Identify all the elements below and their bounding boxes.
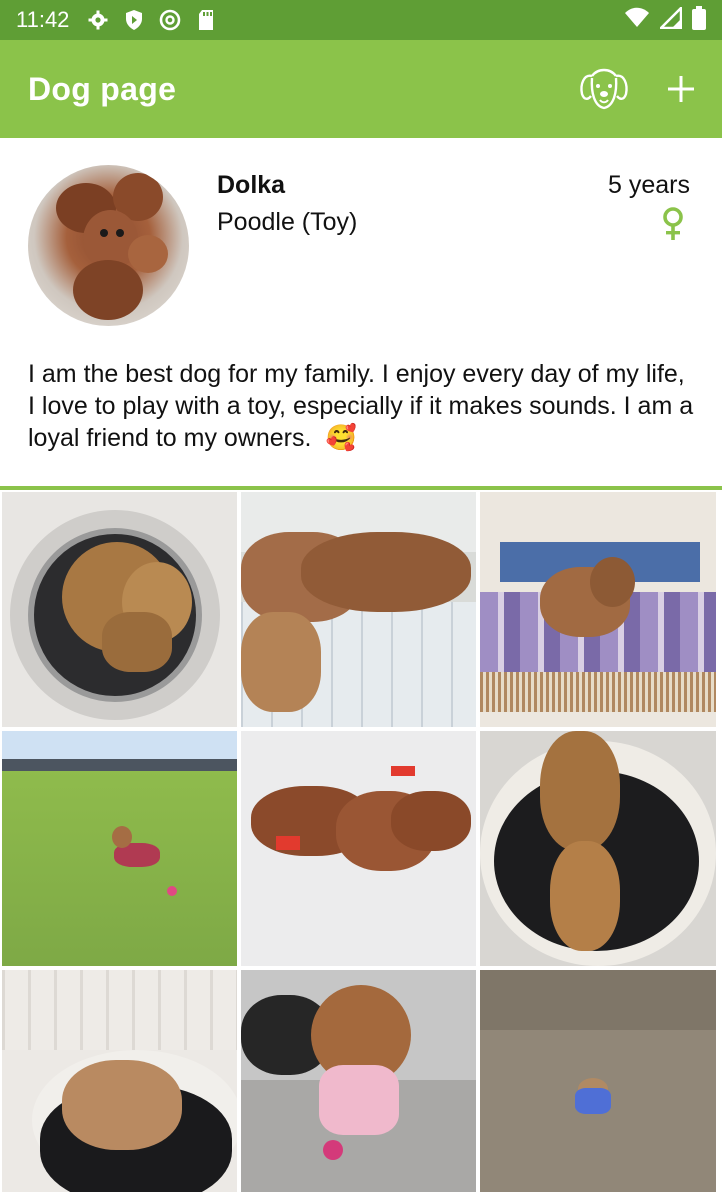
photo-gallery	[2, 492, 718, 1192]
section-divider	[0, 486, 722, 490]
photo-dog-on-lawn[interactable]	[2, 731, 237, 966]
battery-icon	[692, 6, 706, 34]
status-time: 11:42	[16, 7, 70, 32]
photo-dog-in-bed-from-above[interactable]	[480, 731, 716, 966]
photo-dog-under-blanket[interactable]	[241, 492, 476, 727]
dog-breed: Poodle (Toy)	[217, 208, 358, 236]
photo-dog-in-pink-jacket[interactable]	[241, 970, 476, 1192]
dog-age: 5 years	[608, 171, 690, 199]
signal-icon	[657, 4, 683, 33]
app-bar: Dog page	[0, 40, 722, 138]
dog-name: Dolka	[217, 171, 286, 199]
dog-profile: Dolka Poodle (Toy) 5 years I am the best…	[0, 138, 722, 486]
photo-dog-on-white-sheet[interactable]	[241, 731, 476, 966]
photo-dog-in-washing-machine[interactable]	[2, 492, 237, 727]
dog-face-icon[interactable]	[578, 66, 630, 112]
page-title: Dog page	[28, 70, 177, 107]
sd-card-icon	[195, 9, 217, 31]
avatar[interactable]	[28, 165, 189, 326]
female-symbol-icon	[660, 206, 686, 242]
plus-icon[interactable]	[668, 76, 694, 102]
shield-icon	[123, 9, 145, 31]
gear-icon	[87, 9, 109, 31]
wifi-icon	[624, 7, 650, 33]
photo-dog-in-round-bed[interactable]	[2, 970, 237, 1192]
dog-bio: I am the best dog for my family. I enjoy…	[28, 358, 698, 454]
bio-emoji: 🥰	[325, 424, 357, 452]
at-sign-icon	[159, 9, 181, 31]
bio-text: I am the best dog for my family. I enjoy…	[28, 360, 694, 452]
photo-dog-on-ground-blue-jacket[interactable]	[480, 970, 716, 1192]
photo-dog-on-plaid[interactable]	[480, 492, 716, 727]
status-bar: 11:42	[0, 0, 722, 40]
